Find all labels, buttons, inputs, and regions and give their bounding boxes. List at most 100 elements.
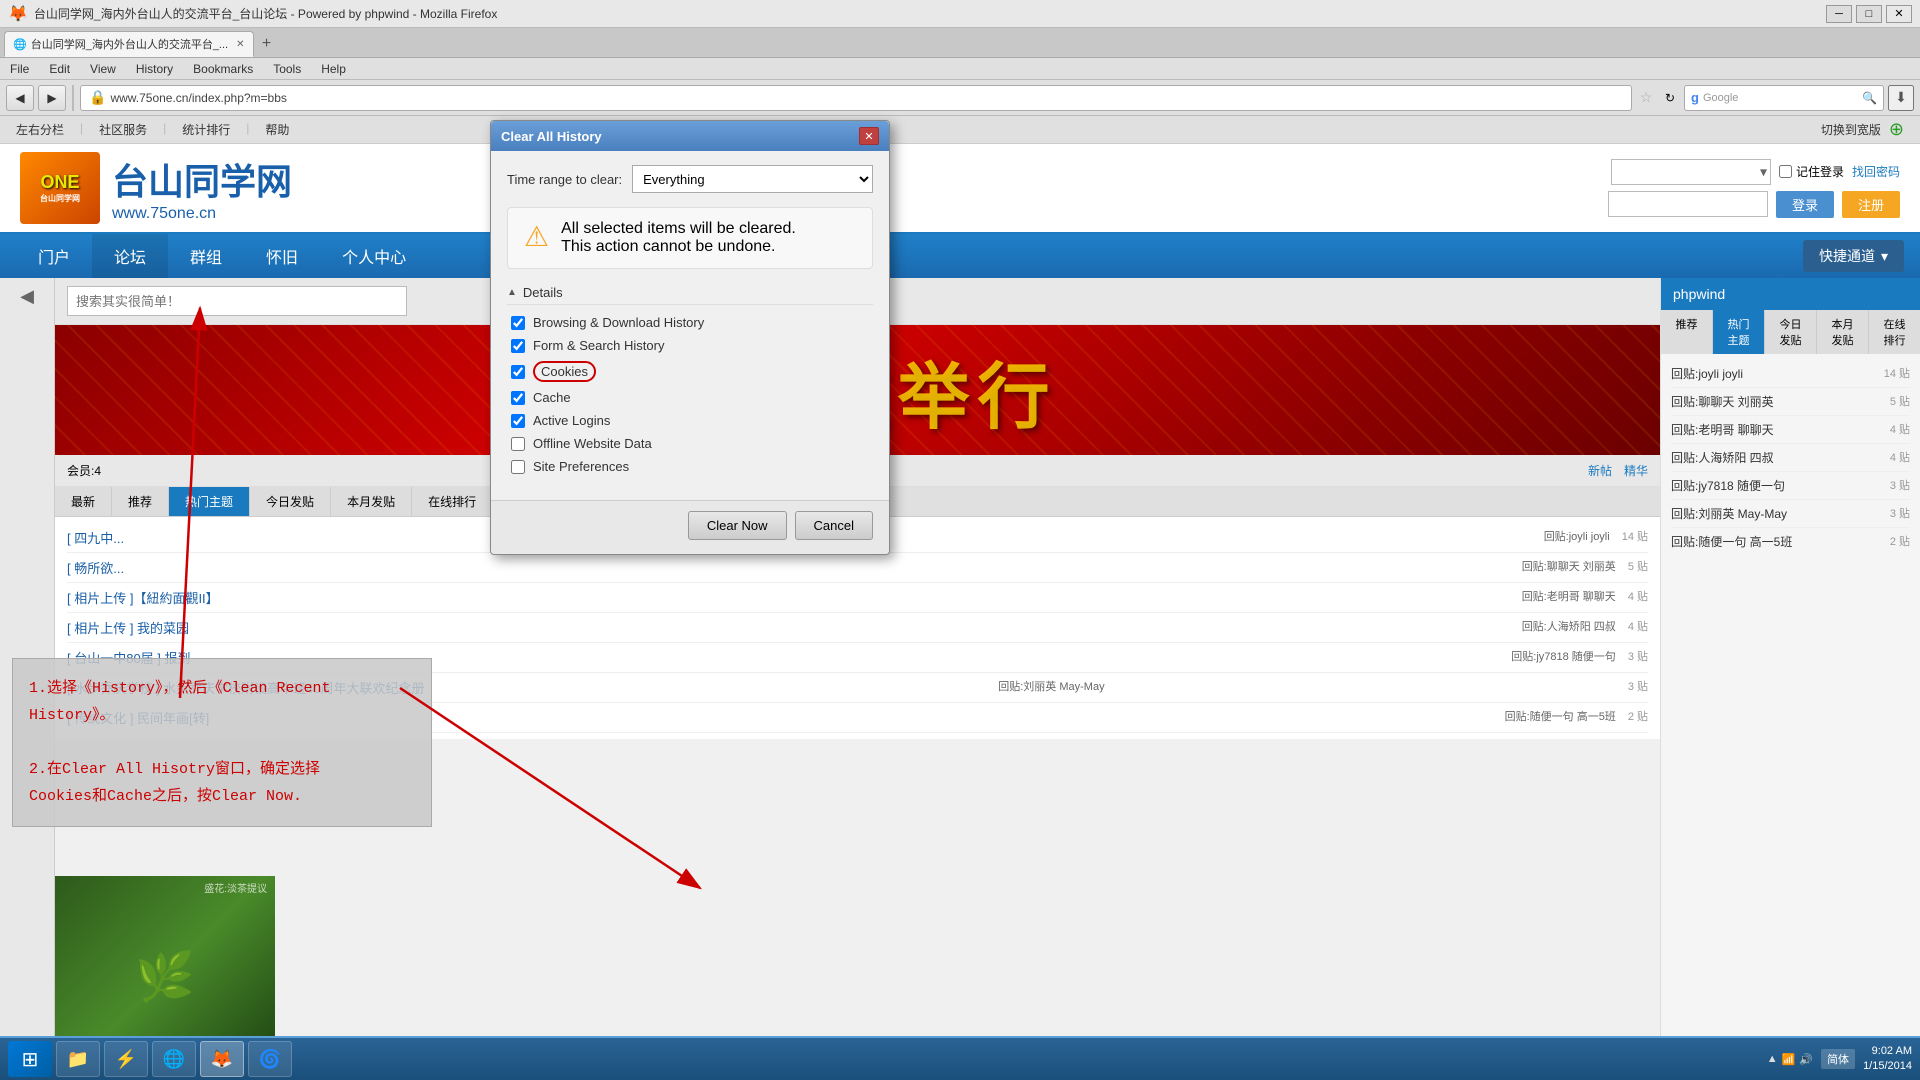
checkbox-browsing-label: Browsing & Download History xyxy=(533,315,704,330)
forgot-password-link[interactable]: 找回密码 xyxy=(1852,163,1900,180)
details-collapse-icon: ▲ xyxy=(507,287,517,298)
nav-columns[interactable]: 左右分栏 xyxy=(16,121,64,138)
clear-now-button[interactable]: Clear Now xyxy=(688,511,787,540)
menu-file[interactable]: File xyxy=(6,60,33,78)
nav-stats[interactable]: 统计排行 xyxy=(182,121,230,138)
remember-checkbox[interactable] xyxy=(1779,165,1792,178)
menu-history[interactable]: History xyxy=(132,60,177,78)
menu-bookmarks[interactable]: Bookmarks xyxy=(189,60,257,78)
nav-help[interactable]: 帮助 xyxy=(265,121,289,138)
forward-button[interactable]: ▶ xyxy=(38,85,66,111)
quick-nav-button[interactable]: 快捷通道 ▾ xyxy=(1803,240,1904,272)
checkbox-site-prefs-input[interactable] xyxy=(511,460,525,474)
login-button[interactable]: 登录 xyxy=(1776,191,1834,218)
tab-today[interactable]: 今日发贴 xyxy=(250,487,331,516)
search-icon[interactable]: 🔍 xyxy=(1862,91,1877,105)
maximize-button[interactable]: □ xyxy=(1856,5,1882,23)
hot-item-count: 5 贴 xyxy=(1890,393,1910,410)
hot-item-title[interactable]: 回贴:随便一句 高一5班 xyxy=(1671,533,1884,550)
taskbar-network[interactable]: 🌐 xyxy=(152,1041,196,1077)
site-search-input[interactable] xyxy=(67,286,407,316)
url-bar[interactable]: 🔒 www.75one.cn/index.php?m=bbs xyxy=(80,85,1632,111)
site-logo: ONE 台山同学网 台山同学网 www.75one.cn xyxy=(20,152,292,224)
new-tab-button[interactable]: + xyxy=(254,31,280,57)
bookmark-star-icon[interactable]: ☆ xyxy=(1636,85,1656,111)
search-box[interactable]: g Google 🔍 xyxy=(1684,85,1884,111)
title-bar-left: 🦊 台山同学网_海内外台山人的交流平台_台山论坛 - Powered by ph… xyxy=(8,4,497,24)
checkbox-offline-label: Offline Website Data xyxy=(533,436,652,451)
hot-item-title[interactable]: 回贴:人海矫阳 四叔 xyxy=(1671,449,1884,466)
menu-help[interactable]: Help xyxy=(317,60,350,78)
back-button[interactable]: ◀ xyxy=(6,85,34,111)
checkbox-offline-input[interactable] xyxy=(511,437,525,451)
checkbox-form-label: Form & Search History xyxy=(533,338,664,353)
username-dropdown-icon[interactable]: ▾ xyxy=(1760,163,1767,180)
tray-arrow-icon[interactable]: ▲ xyxy=(1767,1053,1778,1065)
password-input[interactable] xyxy=(1608,191,1768,217)
taskbar-ie[interactable]: 🌀 xyxy=(248,1041,292,1077)
menu-view[interactable]: View xyxy=(86,60,120,78)
hot-item-title[interactable]: 回贴:老明哥 聊聊天 xyxy=(1671,421,1884,438)
hot-tab-online[interactable]: 在线排行 xyxy=(1869,310,1920,354)
nav-divider xyxy=(72,85,74,111)
details-header[interactable]: ▲ Details xyxy=(507,281,873,305)
taskbar-file-manager[interactable]: 📁 xyxy=(56,1041,100,1077)
close-button[interactable]: ✕ xyxy=(1886,5,1912,23)
hot-tab-recommend[interactable]: 推荐 xyxy=(1661,310,1713,354)
new-post-link[interactable]: 新帖 xyxy=(1588,462,1612,479)
tab-latest[interactable]: 最新 xyxy=(55,487,112,516)
username-input[interactable] xyxy=(1611,159,1771,185)
taskbar-explorer[interactable]: ⚡ xyxy=(104,1041,148,1077)
dialog-close-button[interactable]: ✕ xyxy=(859,127,879,145)
menu-edit[interactable]: Edit xyxy=(45,60,74,78)
nav-nostalgia[interactable]: 怀旧 xyxy=(244,234,320,278)
hot-tab-hot[interactable]: 热门主题 xyxy=(1713,310,1765,354)
refresh-button[interactable]: ↻ xyxy=(1660,85,1680,111)
wide-view-link[interactable]: 切换到宽版 xyxy=(1821,121,1881,138)
nav-portal[interactable]: 门户 xyxy=(16,234,92,278)
taskbar-firefox[interactable]: 🦊 xyxy=(200,1041,244,1077)
tab-month[interactable]: 本月发贴 xyxy=(331,487,412,516)
nav-forum[interactable]: 论坛 xyxy=(92,234,168,278)
hot-item-title[interactable]: 回贴:joyli joyli xyxy=(1671,365,1878,382)
nav-community[interactable]: 社区服务 xyxy=(99,121,147,138)
post-title[interactable]: [ 畅所欲... xyxy=(67,558,1522,577)
language-indicator[interactable]: 简体 xyxy=(1821,1049,1855,1069)
start-button[interactable]: ⊞ xyxy=(8,1041,52,1077)
hot-tab-month[interactable]: 本月发贴 xyxy=(1817,310,1869,354)
checkbox-form-input[interactable] xyxy=(511,339,525,353)
register-button[interactable]: 注册 xyxy=(1842,191,1900,218)
annotation-line4: Cookies和Cache之后，按Clear Now. xyxy=(29,788,302,805)
menu-tools[interactable]: Tools xyxy=(269,60,305,78)
nav-groups[interactable]: 群组 xyxy=(168,234,244,278)
annotation-box: 1.选择《History》，然后《Clean Recent History》。 … xyxy=(12,658,432,827)
hot-tab-today[interactable]: 今日发贴 xyxy=(1765,310,1817,354)
jing-link[interactable]: 精华 xyxy=(1624,462,1648,479)
network-tray-icon[interactable]: 📶 xyxy=(1782,1053,1796,1066)
minimize-button[interactable]: ─ xyxy=(1826,5,1852,23)
active-tab[interactable]: 🌐 台山同学网_海内外台山人的交流平台_... ✕ xyxy=(4,31,254,57)
tab-hot[interactable]: 热门主题 xyxy=(169,487,250,516)
hot-items-list: 回贴:joyli joyli 14 贴 回贴:聊聊天 刘丽英 5 贴 回贴:老明… xyxy=(1661,354,1920,561)
tab-recommend[interactable]: 推荐 xyxy=(112,487,169,516)
system-tray: ▲ 📶 🔊 xyxy=(1767,1053,1813,1066)
nav-profile[interactable]: 个人中心 xyxy=(320,234,428,278)
list-item: 回贴:聊聊天 刘丽英 5 贴 xyxy=(1671,388,1910,416)
volume-tray-icon[interactable]: 🔊 xyxy=(1799,1053,1813,1066)
hot-item-title[interactable]: 回贴:jy7818 随便一句 xyxy=(1671,477,1884,494)
checkbox-cache-input[interactable] xyxy=(511,391,525,405)
checkbox-cookies-input[interactable] xyxy=(511,365,525,379)
time-range-select[interactable]: Everything xyxy=(632,165,873,193)
tab-close-button[interactable]: ✕ xyxy=(236,39,244,50)
post-title[interactable]: [ 相片上传 ] 我的菜园 xyxy=(67,618,1522,637)
hot-item-title[interactable]: 回贴:聊聊天 刘丽英 xyxy=(1671,393,1884,410)
annotation-text: 1.选择《History》，然后《Clean Recent History》。 … xyxy=(29,675,415,810)
post-title[interactable]: [ 相片上传 ]【紐約面觀II】 xyxy=(67,588,1522,607)
download-button[interactable]: ⬇ xyxy=(1888,85,1914,111)
checkbox-active-logins-input[interactable] xyxy=(511,414,525,428)
cancel-button[interactable]: Cancel xyxy=(795,511,873,540)
checkbox-browsing-input[interactable] xyxy=(511,316,525,330)
tab-online[interactable]: 在线排行 xyxy=(412,487,492,516)
hot-item-title[interactable]: 回贴:刘丽英 May-May xyxy=(1671,505,1884,522)
sidebar-collapse-icon[interactable]: ◀ xyxy=(20,286,34,307)
